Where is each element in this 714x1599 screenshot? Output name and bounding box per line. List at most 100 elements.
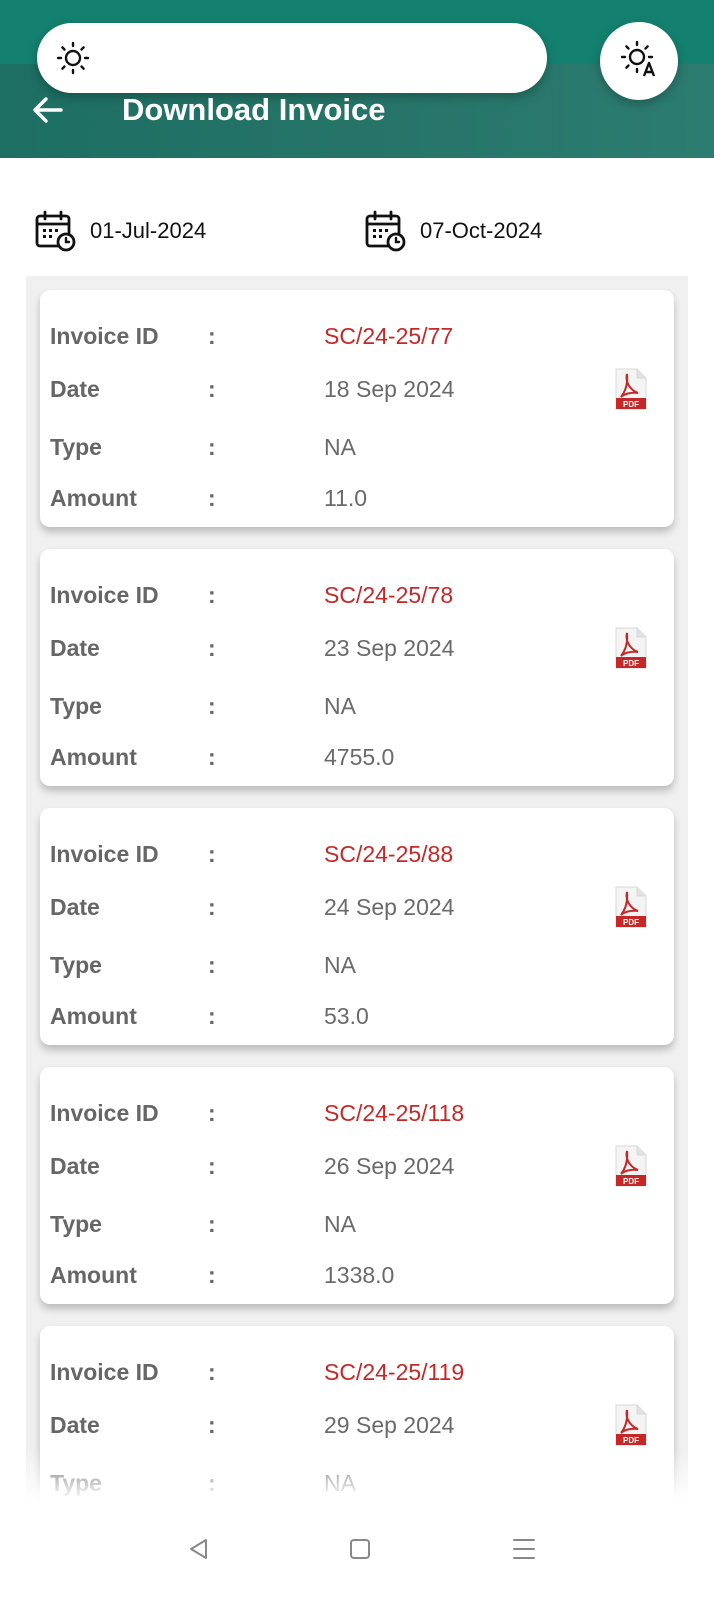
type-row: Type : NA <box>40 690 674 722</box>
calendar-clock-icon <box>35 210 76 252</box>
separator: : <box>208 693 216 719</box>
amount-value: 4755.0 <box>324 744 395 770</box>
page-title: Download Invoice <box>122 92 386 127</box>
separator: : <box>208 376 216 402</box>
app-header: Download Invoice <box>0 0 714 158</box>
amount-value: 1338.0 <box>324 1262 395 1288</box>
nav-back-icon[interactable] <box>179 1530 217 1568</box>
separator: : <box>208 1100 216 1126</box>
brightness-pill[interactable] <box>37 23 547 93</box>
amount-label: Amount <box>50 485 137 511</box>
svg-text:PDF: PDF <box>623 1177 639 1186</box>
separator: : <box>208 1211 216 1237</box>
invoice-id-row: Invoice ID : SC/24-25/119 <box>40 1356 674 1388</box>
invoice-id-value: SC/24-25/119 <box>324 1359 465 1385</box>
date-row: Date : 29 Sep 2024 <box>40 1409 674 1441</box>
screen: Download Invoice 01-Jul-2024 07-Oct-2024… <box>0 0 714 1599</box>
separator: : <box>208 582 216 608</box>
to-date: 07-Oct-2024 <box>420 218 543 243</box>
date-label: Date <box>50 894 100 920</box>
amount-value: 11.0 <box>324 485 368 511</box>
pdf-download-icon[interactable]: PDF <box>614 1404 648 1446</box>
svg-text:PDF: PDF <box>623 918 639 927</box>
pdf-download-icon[interactable]: PDF <box>614 1145 648 1187</box>
invoice-id-value: SC/24-25/77 <box>324 323 454 349</box>
invoice-id-row: Invoice ID : SC/24-25/77 <box>40 320 674 352</box>
amount-row: Amount : 4755.0 <box>40 741 674 773</box>
type-value: NA <box>324 1211 356 1237</box>
separator: : <box>208 1412 216 1438</box>
separator: : <box>208 1262 216 1288</box>
separator: : <box>208 744 216 770</box>
separator: : <box>208 485 216 511</box>
pdf-download-icon[interactable]: PDF <box>614 627 648 669</box>
amount-row: Amount : 53.0 <box>40 1000 674 1032</box>
type-label: Type <box>50 952 102 978</box>
svg-text:PDF: PDF <box>623 1436 639 1445</box>
invoice-id-label: Invoice ID <box>50 841 159 867</box>
to-date-picker[interactable]: 07-Oct-2024 <box>364 208 542 254</box>
amount-label: Amount <box>50 1262 137 1288</box>
nav-menu-icon[interactable] <box>505 1530 543 1568</box>
date-label: Date <box>50 1412 100 1438</box>
invoice-id-value: SC/24-25/78 <box>324 582 454 608</box>
pdf-download-icon[interactable]: PDF <box>614 368 648 410</box>
date-row: Date : 18 Sep 2024 <box>40 373 674 405</box>
invoice-id-label: Invoice ID <box>50 323 159 349</box>
type-label: Type <box>50 693 102 719</box>
from-date-picker[interactable]: 01-Jul-2024 <box>34 208 206 254</box>
pdf-download-icon[interactable]: PDF <box>614 886 648 928</box>
amount-value: 53.0 <box>324 1003 369 1029</box>
date-row: Date : 24 Sep 2024 <box>40 891 674 923</box>
amount-label: Amount <box>50 1003 137 1029</box>
from-date: 01-Jul-2024 <box>90 218 207 243</box>
type-row: Type : NA <box>40 949 674 981</box>
auto-brightness-button[interactable] <box>600 22 678 100</box>
invoice-id-label: Invoice ID <box>50 1359 159 1385</box>
separator: : <box>208 1003 216 1029</box>
type-value: NA <box>324 952 356 978</box>
nav-home-icon[interactable] <box>341 1530 379 1568</box>
type-row: Type : NA <box>40 431 674 463</box>
arrow-left-icon[interactable] <box>30 92 66 128</box>
separator: : <box>208 1153 216 1179</box>
separator: : <box>208 952 216 978</box>
amount-row: Amount : 11.0 <box>40 482 674 514</box>
auto-brightness-icon <box>621 41 656 77</box>
invoice-id-value: SC/24-25/118 <box>324 1100 465 1126</box>
date-value: 29 Sep 2024 <box>324 1412 455 1438</box>
brightness-icon <box>56 41 90 75</box>
date-value: 24 Sep 2024 <box>324 894 455 920</box>
date-row: Date : 23 Sep 2024 <box>40 632 674 664</box>
type-row: Type : NA <box>40 1208 674 1240</box>
separator: : <box>208 434 216 460</box>
date-label: Date <box>50 376 100 402</box>
svg-text:PDF: PDF <box>623 400 639 409</box>
separator: : <box>208 894 216 920</box>
separator: : <box>208 841 216 867</box>
invoice-id-row: Invoice ID : SC/24-25/88 <box>40 838 674 870</box>
invoice-list[interactable]: Invoice ID : SC/24-25/77 Date : 18 Sep 2… <box>26 276 688 1500</box>
date-value: 26 Sep 2024 <box>324 1153 455 1179</box>
system-nav-bar <box>0 1500 714 1599</box>
invoice-id-row: Invoice ID : SC/24-25/118 <box>40 1097 674 1129</box>
invoice-card[interactable]: Invoice ID : SC/24-25/118 Date : 26 Sep … <box>40 1067 674 1304</box>
type-value: NA <box>324 693 356 719</box>
invoice-card[interactable]: Invoice ID : SC/24-25/78 Date : 23 Sep 2… <box>40 549 674 786</box>
amount-row: Amount : 1338.0 <box>40 1259 674 1291</box>
invoice-id-value: SC/24-25/88 <box>324 841 454 867</box>
date-label: Date <box>50 635 100 661</box>
invoice-card[interactable]: Invoice ID : SC/24-25/77 Date : 18 Sep 2… <box>40 290 674 527</box>
amount-label: Amount <box>50 744 137 770</box>
calendar-clock-icon <box>365 210 406 252</box>
date-row: Date : 26 Sep 2024 <box>40 1150 674 1182</box>
separator: : <box>208 635 216 661</box>
date-value: 18 Sep 2024 <box>324 376 455 402</box>
date-value: 23 Sep 2024 <box>324 635 455 661</box>
invoice-id-label: Invoice ID <box>50 1100 159 1126</box>
type-value: NA <box>324 434 356 460</box>
type-label: Type <box>50 434 102 460</box>
type-label: Type <box>50 1211 102 1237</box>
invoice-card[interactable]: Invoice ID : SC/24-25/88 Date : 24 Sep 2… <box>40 808 674 1045</box>
list-fade <box>0 1450 714 1500</box>
